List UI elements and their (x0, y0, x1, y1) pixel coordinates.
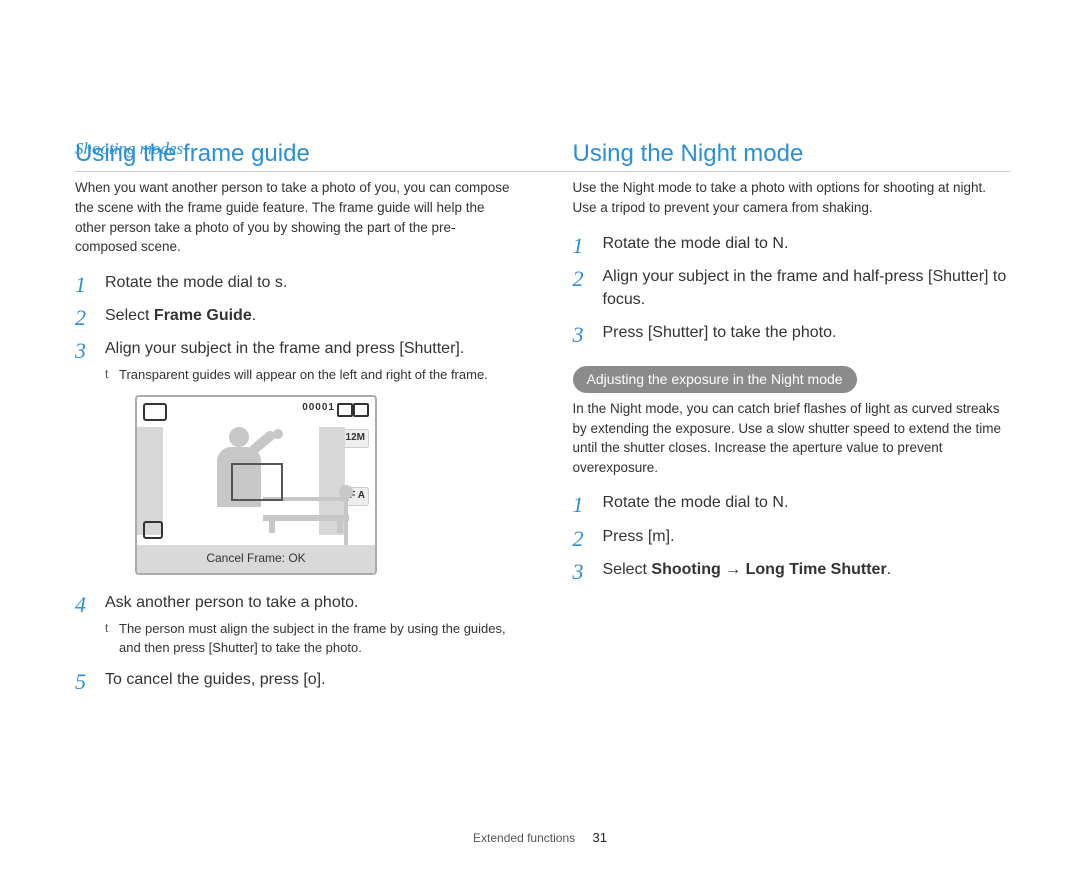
bench-silhouette (263, 497, 363, 533)
battery-icon (353, 403, 369, 417)
step-number: 2 (573, 523, 584, 555)
page-number: 31 (592, 830, 606, 845)
step-text-mid: → (721, 561, 746, 578)
step-text-pre: Select (603, 561, 652, 578)
left-step-4: 4 Ask another person to take a photo. Th… (75, 591, 513, 658)
frame-guide-left (137, 427, 163, 535)
right-sub-step-1: 1 Rotate the mode dial to N. (573, 491, 1011, 514)
sub-heading-pill: Adjusting the exposure in the Night mode (573, 366, 857, 393)
step-number: 5 (75, 666, 86, 698)
step-subtext: The person must align the subject in the… (105, 620, 513, 658)
step-text: Press [m]. (603, 528, 675, 545)
right-column: Using the Night mode Use the Night mode … (573, 138, 1011, 701)
right-step-3: 3 Press [Shutter] to take the photo. (573, 321, 1011, 344)
right-sub-step-2: 2 Press [m]. (573, 525, 1011, 548)
lcd-counter: 00001 (302, 401, 335, 416)
step-number: 1 (75, 269, 86, 301)
footer-section: Extended functions (473, 831, 575, 845)
lcd-bottom-bar: Cancel Frame: OK (137, 545, 375, 573)
step-text-post: . (252, 307, 256, 324)
right-step-2: 2 Align your subject in the frame and ha… (573, 265, 1011, 311)
size-badge: 12M (342, 429, 369, 448)
header-divider (75, 171, 1010, 172)
right-steps: 1 Rotate the mode dial to N. 2 Align you… (573, 232, 1011, 345)
left-step-5: 5 To cancel the guides, press [o]. (75, 668, 513, 691)
right-sub-steps: 1 Rotate the mode dial to N. 2 Press [m]… (573, 491, 1011, 581)
step-text: Rotate the mode dial to N. (603, 235, 789, 252)
step-text-pre: Select (105, 307, 154, 324)
step-text: Align your subject in the frame and half… (603, 268, 1007, 308)
mode-icon (143, 403, 167, 421)
step-text: Select Frame Guide. (105, 307, 256, 324)
page-footer: Extended functions 31 (0, 829, 1080, 847)
left-step-3: 3 Align your subject in the frame and pr… (75, 337, 513, 575)
step-number: 1 (573, 230, 584, 262)
step-text-bold: Frame Guide (154, 307, 252, 324)
step-text: Press [Shutter] to take the photo. (603, 324, 837, 341)
left-steps: 1 Rotate the mode dial to s. 2 Select Fr… (75, 271, 513, 691)
step-text-bold: Long Time Shutter (746, 561, 887, 578)
step-text: Select Shooting → Long Time Shutter. (603, 561, 892, 578)
lcd-preview: 00001 12M F A (135, 395, 377, 575)
step-number: 2 (75, 302, 86, 334)
step-subtext: Transparent guides will appear on the le… (105, 366, 513, 385)
memory-icon (337, 403, 353, 417)
sub-intro: In the Night mode, you can catch brief f… (573, 399, 1011, 477)
lcd-bottom-text: Cancel Frame: OK (206, 550, 305, 567)
right-step-1: 1 Rotate the mode dial to N. (573, 232, 1011, 255)
focus-box (231, 463, 283, 501)
step-text: Rotate the mode dial to N. (603, 494, 789, 511)
step-number: 4 (75, 589, 86, 621)
step-text: Align your subject in the frame and pres… (105, 340, 464, 357)
bottom-left-icon (143, 521, 163, 539)
step-number: 3 (573, 556, 584, 588)
step-text: To cancel the guides, press [o]. (105, 671, 326, 688)
step-number: 3 (573, 319, 584, 351)
step-number: 1 (573, 489, 584, 521)
step-text: Rotate the mode dial to s. (105, 274, 287, 291)
step-text-bold: Shooting (651, 561, 720, 578)
left-step-2: 2 Select Frame Guide. (75, 304, 513, 327)
step-text-post: . (887, 561, 891, 578)
right-sub-step-3: 3 Select Shooting → Long Time Shutter. (573, 558, 1011, 581)
step-number: 3 (75, 335, 86, 367)
breadcrumb: Shooting modes (75, 138, 1010, 161)
left-step-1: 1 Rotate the mode dial to s. (75, 271, 513, 294)
step-number: 2 (573, 263, 584, 295)
step-text: Ask another person to take a photo. (105, 594, 359, 611)
left-column: Using the frame guide When you want anot… (75, 138, 513, 701)
